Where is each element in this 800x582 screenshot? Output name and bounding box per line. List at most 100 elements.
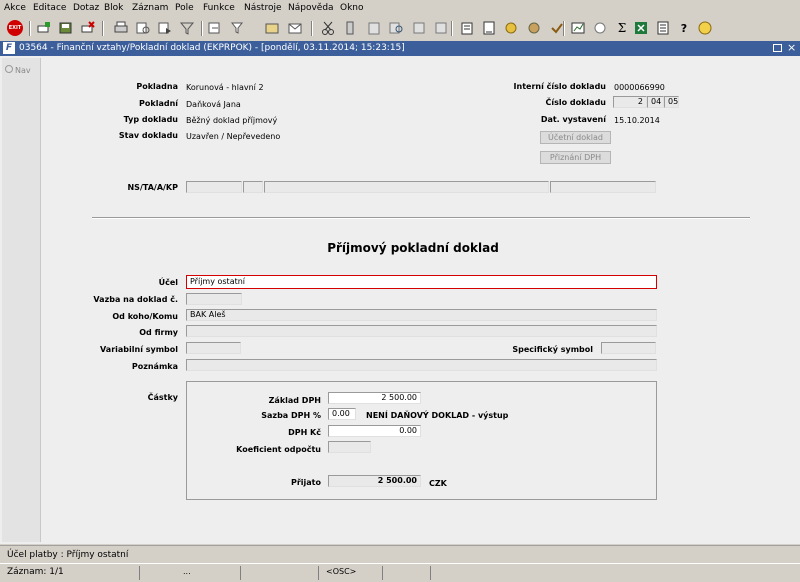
menu-akce[interactable]: Akce bbox=[4, 3, 26, 13]
nav-label: Nav bbox=[15, 66, 31, 75]
clock-icon[interactable] bbox=[481, 20, 497, 36]
calendar-icon[interactable] bbox=[411, 20, 427, 36]
menu-pole[interactable]: Pole bbox=[175, 3, 194, 13]
poznamka-field[interactable] bbox=[186, 359, 657, 371]
currency-label: CZK bbox=[429, 479, 447, 488]
specificky-symbol-field[interactable] bbox=[601, 342, 656, 354]
new-record-icon[interactable] bbox=[36, 20, 52, 36]
copy-icon[interactable] bbox=[343, 20, 359, 36]
menu-zaznam[interactable]: Záznam bbox=[132, 3, 168, 13]
sazba-dph-note: NENÍ DAŇOVÝ DOKLAD - výstup bbox=[366, 411, 509, 420]
document-icon[interactable] bbox=[459, 20, 475, 36]
vazba-label: Vazba na doklad č. bbox=[93, 295, 178, 304]
ns-ta-a-kp-label: NS/TA/A/KP bbox=[127, 183, 178, 192]
zaklad-dph-field[interactable]: 2 500.00 bbox=[328, 392, 421, 404]
sazba-dph-field[interactable]: 0.00 bbox=[328, 408, 356, 420]
typ-dokladu-value: Běžný doklad příjmový bbox=[186, 116, 278, 125]
toolbar: EXIT Σ ? bbox=[0, 17, 800, 42]
koeficient-odpoctu-label: Koeficient odpočtu bbox=[236, 445, 321, 454]
variabilni-symbol-field[interactable] bbox=[186, 342, 241, 354]
od-koho-field[interactable]: BAK Aleš bbox=[186, 309, 657, 321]
typ-dokladu-label: Typ dokladu bbox=[123, 115, 178, 124]
hint-bar: Účel platby : Příjmy ostatní bbox=[0, 545, 800, 564]
cut-icon[interactable] bbox=[320, 20, 336, 36]
close-icon[interactable]: × bbox=[787, 41, 796, 54]
ucel-label: Účel bbox=[158, 278, 178, 287]
menu-nastroje[interactable]: Nástroje bbox=[244, 3, 282, 13]
nav-icon bbox=[5, 65, 13, 73]
interni-cislo-value: 0000066990 bbox=[614, 83, 665, 92]
app-logo-icon: F bbox=[3, 42, 15, 54]
save-icon[interactable] bbox=[58, 20, 74, 36]
menu-napoveda[interactable]: Nápověda bbox=[288, 3, 334, 13]
window-titlebar: F 03564 - Finanční vztahy/Pokladní dokla… bbox=[0, 41, 800, 56]
od-koho-label: Od koho/Komu bbox=[112, 312, 178, 321]
execute-query-icon[interactable] bbox=[157, 20, 173, 36]
cislo-dokladu-field-3[interactable]: 05 bbox=[664, 96, 679, 108]
menu-funkce[interactable]: Funkce bbox=[203, 3, 235, 13]
divider bbox=[92, 217, 750, 219]
a-field[interactable] bbox=[264, 181, 549, 193]
info-icon[interactable] bbox=[697, 20, 713, 36]
dat-vystaveni-value: 15.10.2014 bbox=[614, 116, 660, 125]
print-icon[interactable] bbox=[113, 20, 129, 36]
menu-bar: Akce Editace Dotaz Blok Záznam Pole Funk… bbox=[0, 0, 800, 17]
cislo-dokladu-label: Číslo dokladu bbox=[545, 98, 606, 107]
next-record-icon[interactable] bbox=[229, 20, 245, 36]
chart-icon[interactable] bbox=[570, 20, 586, 36]
cert-icon[interactable] bbox=[526, 20, 542, 36]
pokladna-value: Korunová - hlavní 2 bbox=[186, 83, 264, 92]
poznamka-label: Poznámka bbox=[131, 362, 178, 371]
interni-cislo-label: Interní číslo dokladu bbox=[513, 82, 606, 91]
pokladni-value: Daňková Jana bbox=[186, 100, 241, 109]
edit-icon[interactable] bbox=[433, 20, 449, 36]
mode-indicator: <OSC> bbox=[326, 567, 357, 576]
prijato-field: 2 500.00 bbox=[328, 475, 421, 487]
prijato-label: Přijato bbox=[290, 478, 321, 487]
help-wheel-icon[interactable] bbox=[503, 20, 519, 36]
hint-text: Účel platby : Příjmy ostatní bbox=[7, 550, 129, 560]
query-icon[interactable] bbox=[135, 20, 151, 36]
ucetni-doklad-button[interactable]: Účetní doklad bbox=[540, 131, 611, 144]
dph-kc-field[interactable]: 0.00 bbox=[328, 425, 421, 437]
priznani-dph-button[interactable]: Přiznání DPH bbox=[540, 151, 611, 164]
menu-editace[interactable]: Editace bbox=[33, 3, 66, 13]
sum-icon[interactable] bbox=[592, 20, 608, 36]
menu-okno[interactable]: Okno bbox=[340, 3, 364, 13]
dat-vystaveni-label: Dat. vystavení bbox=[540, 115, 606, 124]
pokladna-label: Pokladna bbox=[136, 82, 178, 91]
koeficient-odpoctu-field[interactable] bbox=[328, 441, 371, 453]
stav-dokladu-value: Uzavřen / Nepřevedeno bbox=[186, 132, 281, 141]
cislo-dokladu-field-2[interactable]: 04 bbox=[647, 96, 664, 108]
od-firmy-field[interactable] bbox=[186, 325, 657, 337]
restore-icon[interactable] bbox=[773, 44, 782, 52]
menu-dotaz[interactable]: Dotaz bbox=[73, 3, 99, 13]
nav-panel[interactable]: Nav bbox=[2, 58, 41, 542]
list-icon[interactable] bbox=[655, 20, 671, 36]
find-icon[interactable] bbox=[388, 20, 404, 36]
ta-field[interactable] bbox=[243, 181, 263, 193]
status-ellipsis: ... bbox=[183, 567, 191, 576]
record-counter: Záznam: 1/1 bbox=[7, 567, 64, 577]
menu-blok[interactable]: Blok bbox=[104, 3, 123, 13]
attach-icon[interactable] bbox=[264, 20, 280, 36]
mail-icon[interactable] bbox=[287, 20, 303, 36]
filter-icon[interactable] bbox=[179, 20, 195, 36]
pokladni-label: Pokladní bbox=[139, 99, 178, 108]
exit-icon[interactable]: EXIT bbox=[7, 20, 23, 36]
stav-dokladu-label: Stav dokladu bbox=[118, 131, 178, 140]
ucel-field[interactable]: Příjmy ostatní bbox=[186, 275, 657, 289]
dph-kc-label: DPH Kč bbox=[288, 428, 321, 437]
sigma-icon[interactable]: Σ bbox=[614, 20, 630, 36]
excel-icon[interactable] bbox=[633, 20, 649, 36]
window-title: 03564 - Finanční vztahy/Pokladní doklad … bbox=[19, 43, 405, 53]
kp-field[interactable] bbox=[550, 181, 656, 193]
prev-record-icon[interactable] bbox=[207, 20, 223, 36]
vazba-field[interactable] bbox=[186, 293, 242, 305]
question-icon[interactable]: ? bbox=[676, 20, 692, 36]
zaklad-dph-label: Základ DPH bbox=[268, 396, 321, 405]
delete-record-icon[interactable] bbox=[80, 20, 96, 36]
cislo-dokladu-field-1[interactable]: 2 bbox=[613, 96, 647, 108]
ns-field[interactable] bbox=[186, 181, 242, 193]
paste-icon[interactable] bbox=[366, 20, 382, 36]
